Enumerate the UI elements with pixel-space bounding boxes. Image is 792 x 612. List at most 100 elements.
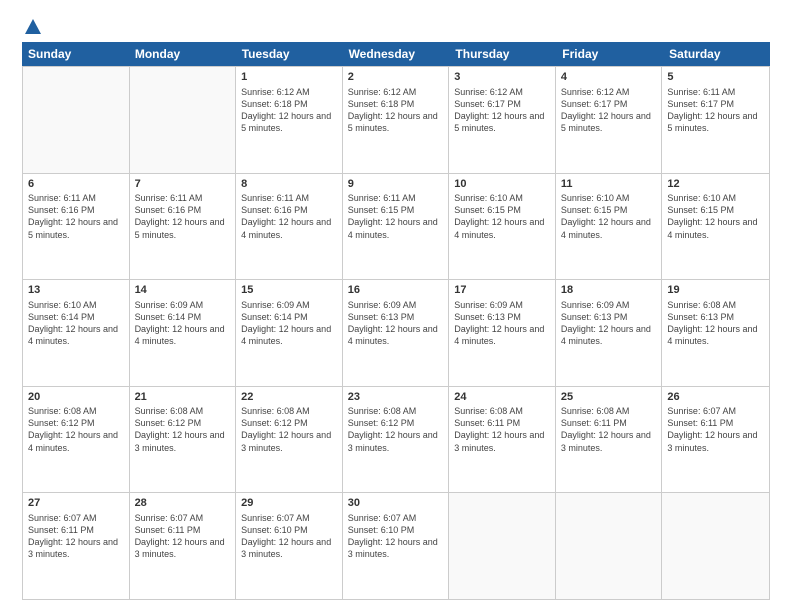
cell-info: Sunrise: 6:11 AM Sunset: 6:16 PM Dayligh… xyxy=(135,192,231,241)
calendar-cell: 13 Sunrise: 6:10 AM Sunset: 6:14 PM Dayli… xyxy=(23,280,130,386)
day-number: 30 xyxy=(348,496,444,510)
cal-header-cell: Thursday xyxy=(449,42,556,66)
day-number: 11 xyxy=(561,177,657,191)
calendar-cell: 17 Sunrise: 6:09 AM Sunset: 6:13 PM Dayli… xyxy=(449,280,556,386)
calendar-cell: 10Sunrise: 6:10 AM Sunset: 6:15 PM Dayli… xyxy=(449,174,556,280)
calendar-row: 1 Sunrise: 6:12 AM Sunset: 6:18 PM Daylig… xyxy=(23,66,769,173)
cell-info: Sunrise: 6:10 AM Sunset: 6:14 PM Dayligh… xyxy=(28,299,124,348)
day-number: 14 xyxy=(135,283,231,297)
cell-info: Sunrise: 6:07 AM Sunset: 6:11 PM Dayligh… xyxy=(667,405,764,454)
calendar-cell: 14 Sunrise: 6:09 AM Sunset: 6:14 PM Dayli… xyxy=(130,280,237,386)
day-number: 25 xyxy=(561,390,657,404)
cell-info: Sunrise: 6:09 AM Sunset: 6:14 PM Dayligh… xyxy=(135,299,231,348)
calendar-cell: 21Sunrise: 6:08 AM Sunset: 6:12 PM Dayli… xyxy=(130,387,237,493)
day-number: 13 xyxy=(28,283,124,297)
day-number: 24 xyxy=(454,390,550,404)
day-number: 16 xyxy=(348,283,444,297)
cell-info: Sunrise: 6:08 AM Sunset: 6:12 PM Dayligh… xyxy=(135,405,231,454)
day-number: 9 xyxy=(348,177,444,191)
calendar-cell: 1 Sunrise: 6:12 AM Sunset: 6:18 PM Daylig… xyxy=(236,67,343,173)
cell-info: Sunrise: 6:08 AM Sunset: 6:12 PM Dayligh… xyxy=(28,405,124,454)
cell-info: Sunrise: 6:09 AM Sunset: 6:13 PM Dayligh… xyxy=(454,299,550,348)
calendar-cell: 26Sunrise: 6:07 AM Sunset: 6:11 PM Dayli… xyxy=(662,387,769,493)
cell-info: Sunrise: 6:11 AM Sunset: 6:15 PM Dayligh… xyxy=(348,192,444,241)
calendar-cell: 12Sunrise: 6:10 AM Sunset: 6:15 PM Dayli… xyxy=(662,174,769,280)
cell-info: Sunrise: 6:12 AM Sunset: 6:18 PM Dayligh… xyxy=(241,86,337,135)
calendar-cell: 23Sunrise: 6:08 AM Sunset: 6:12 PM Dayli… xyxy=(343,387,450,493)
calendar-row: 20Sunrise: 6:08 AM Sunset: 6:12 PM Dayli… xyxy=(23,386,769,493)
day-number: 19 xyxy=(667,283,764,297)
calendar-cell: 6Sunrise: 6:11 AM Sunset: 6:16 PM Daylig… xyxy=(23,174,130,280)
calendar-cell: 3Sunrise: 6:12 AM Sunset: 6:17 PM Daylig… xyxy=(449,67,556,173)
cell-info: Sunrise: 6:11 AM Sunset: 6:16 PM Dayligh… xyxy=(241,192,337,241)
cal-header-cell: Sunday xyxy=(22,42,129,66)
calendar-cell xyxy=(130,67,237,173)
calendar-body: 1 Sunrise: 6:12 AM Sunset: 6:18 PM Daylig… xyxy=(22,66,770,600)
cal-header-cell: Tuesday xyxy=(236,42,343,66)
calendar: SundayMondayTuesdayWednesdayThursdayFrid… xyxy=(22,42,770,600)
top-section xyxy=(22,18,770,36)
calendar-row: 6Sunrise: 6:11 AM Sunset: 6:16 PM Daylig… xyxy=(23,173,769,280)
calendar-cell: 2 Sunrise: 6:12 AM Sunset: 6:18 PM Daylig… xyxy=(343,67,450,173)
cell-info: Sunrise: 6:12 AM Sunset: 6:18 PM Dayligh… xyxy=(348,86,444,135)
day-number: 20 xyxy=(28,390,124,404)
logo-icon xyxy=(24,18,42,36)
cell-info: Sunrise: 6:08 AM Sunset: 6:11 PM Dayligh… xyxy=(561,405,657,454)
logo xyxy=(22,18,42,36)
day-number: 29 xyxy=(241,496,337,510)
calendar-row: 13 Sunrise: 6:10 AM Sunset: 6:14 PM Dayli… xyxy=(23,279,769,386)
cell-info: Sunrise: 6:09 AM Sunset: 6:13 PM Dayligh… xyxy=(561,299,657,348)
day-number: 26 xyxy=(667,390,764,404)
calendar-cell: 11Sunrise: 6:10 AM Sunset: 6:15 PM Dayli… xyxy=(556,174,663,280)
cell-info: Sunrise: 6:09 AM Sunset: 6:13 PM Dayligh… xyxy=(348,299,444,348)
day-number: 3 xyxy=(454,70,550,84)
calendar-cell: 30 Sunrise: 6:07 AM Sunset: 6:10 PM Dayli… xyxy=(343,493,450,599)
calendar-cell: 16 Sunrise: 6:09 AM Sunset: 6:13 PM Dayli… xyxy=(343,280,450,386)
calendar-cell: 22Sunrise: 6:08 AM Sunset: 6:12 PM Dayli… xyxy=(236,387,343,493)
calendar-cell xyxy=(23,67,130,173)
cell-info: Sunrise: 6:08 AM Sunset: 6:12 PM Dayligh… xyxy=(241,405,337,454)
day-number: 8 xyxy=(241,177,337,191)
calendar-cell: 20Sunrise: 6:08 AM Sunset: 6:12 PM Dayli… xyxy=(23,387,130,493)
day-number: 23 xyxy=(348,390,444,404)
cell-info: Sunrise: 6:12 AM Sunset: 6:17 PM Dayligh… xyxy=(561,86,657,135)
cell-info: Sunrise: 6:08 AM Sunset: 6:13 PM Dayligh… xyxy=(667,299,764,348)
day-number: 27 xyxy=(28,496,124,510)
cal-header-cell: Monday xyxy=(129,42,236,66)
cell-info: Sunrise: 6:07 AM Sunset: 6:10 PM Dayligh… xyxy=(348,512,444,561)
calendar-cell: 25Sunrise: 6:08 AM Sunset: 6:11 PM Dayli… xyxy=(556,387,663,493)
cell-info: Sunrise: 6:07 AM Sunset: 6:11 PM Dayligh… xyxy=(135,512,231,561)
day-number: 6 xyxy=(28,177,124,191)
logo-block xyxy=(22,18,42,36)
calendar-cell: 24Sunrise: 6:08 AM Sunset: 6:11 PM Dayli… xyxy=(449,387,556,493)
day-number: 2 xyxy=(348,70,444,84)
calendar-cell: 4 Sunrise: 6:12 AM Sunset: 6:17 PM Daylig… xyxy=(556,67,663,173)
calendar-cell: 27Sunrise: 6:07 AM Sunset: 6:11 PM Dayli… xyxy=(23,493,130,599)
calendar-header: SundayMondayTuesdayWednesdayThursdayFrid… xyxy=(22,42,770,66)
cell-info: Sunrise: 6:10 AM Sunset: 6:15 PM Dayligh… xyxy=(667,192,764,241)
logo-line1 xyxy=(22,18,42,36)
day-number: 12 xyxy=(667,177,764,191)
day-number: 7 xyxy=(135,177,231,191)
cell-info: Sunrise: 6:08 AM Sunset: 6:12 PM Dayligh… xyxy=(348,405,444,454)
day-number: 17 xyxy=(454,283,550,297)
day-number: 1 xyxy=(241,70,337,84)
calendar-cell: 7Sunrise: 6:11 AM Sunset: 6:16 PM Daylig… xyxy=(130,174,237,280)
calendar-cell xyxy=(662,493,769,599)
day-number: 10 xyxy=(454,177,550,191)
cell-info: Sunrise: 6:08 AM Sunset: 6:11 PM Dayligh… xyxy=(454,405,550,454)
calendar-cell: 28 Sunrise: 6:07 AM Sunset: 6:11 PM Dayli… xyxy=(130,493,237,599)
day-number: 21 xyxy=(135,390,231,404)
calendar-cell xyxy=(556,493,663,599)
cell-info: Sunrise: 6:09 AM Sunset: 6:14 PM Dayligh… xyxy=(241,299,337,348)
calendar-cell: 18Sunrise: 6:09 AM Sunset: 6:13 PM Dayli… xyxy=(556,280,663,386)
day-number: 4 xyxy=(561,70,657,84)
calendar-cell xyxy=(449,493,556,599)
day-number: 28 xyxy=(135,496,231,510)
page: SundayMondayTuesdayWednesdayThursdayFrid… xyxy=(0,0,792,612)
calendar-cell: 29 Sunrise: 6:07 AM Sunset: 6:10 PM Dayli… xyxy=(236,493,343,599)
calendar-cell: 15Sunrise: 6:09 AM Sunset: 6:14 PM Dayli… xyxy=(236,280,343,386)
cell-info: Sunrise: 6:07 AM Sunset: 6:10 PM Dayligh… xyxy=(241,512,337,561)
cell-info: Sunrise: 6:11 AM Sunset: 6:16 PM Dayligh… xyxy=(28,192,124,241)
cal-header-cell: Friday xyxy=(556,42,663,66)
